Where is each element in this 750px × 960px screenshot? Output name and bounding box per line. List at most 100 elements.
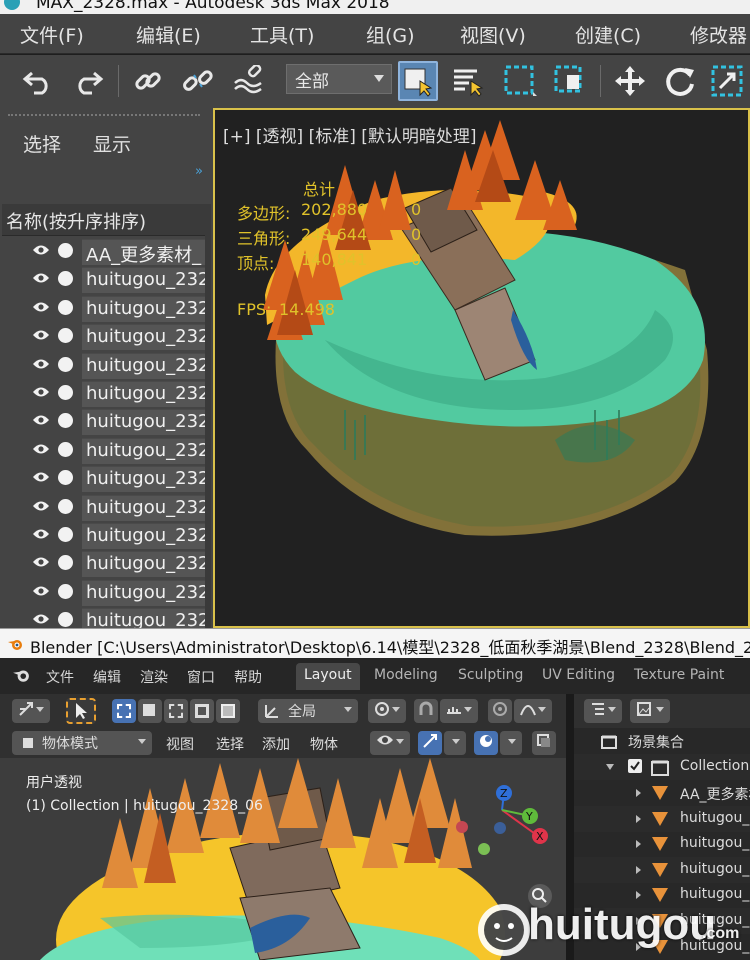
scene-object-row[interactable]: huitugou_2328	[0, 465, 210, 493]
eye-icon[interactable]	[32, 301, 50, 313]
menu-tools[interactable]: 工具(T)	[250, 21, 314, 48]
scale-icon[interactable]	[708, 61, 748, 101]
pivot-point-dropdown[interactable]	[368, 699, 406, 723]
expand-triangle-icon[interactable]	[636, 840, 641, 849]
eye-icon[interactable]	[32, 272, 50, 284]
menu-group[interactable]: 组(G)	[366, 21, 415, 48]
mode-invert-icon[interactable]	[190, 699, 214, 723]
window-crossing-icon[interactable]	[550, 61, 590, 101]
eye-icon[interactable]	[32, 500, 50, 512]
scene-object-row[interactable]: huitugou_2328	[0, 437, 210, 465]
scene-object-row[interactable]: huitugou_2328	[0, 579, 210, 607]
menu-render[interactable]: 渲染	[140, 667, 168, 687]
checkbox-checked-icon[interactable]	[628, 759, 642, 773]
scene-object-row[interactable]: huitugou_2328	[0, 266, 210, 294]
menu-edit[interactable]: 编辑	[93, 667, 121, 687]
freeze-toggle-icon[interactable]	[58, 356, 73, 372]
expand-triangle-icon[interactable]	[636, 789, 641, 797]
outliner-object-row[interactable]: huitugou_2	[574, 805, 750, 832]
tab-select[interactable]: 选择	[23, 130, 61, 157]
eye-icon[interactable]	[32, 414, 50, 426]
scene-object-row[interactable]: huitugou_2328	[0, 494, 210, 522]
freeze-toggle-icon[interactable]	[58, 243, 73, 258]
eye-icon[interactable]	[32, 556, 50, 568]
mode-set-icon[interactable]	[112, 699, 136, 723]
scene-list-scrollbar[interactable]	[205, 204, 211, 628]
max-perspective-viewport[interactable]: [+] [透视] [标准] [默认明暗处理] 总计 多边形: 202,880 0…	[213, 108, 750, 628]
freeze-toggle-icon[interactable]	[58, 385, 73, 400]
outliner-scene-collection[interactable]: 场景集合	[574, 728, 750, 754]
freeze-toggle-icon[interactable]	[58, 470, 73, 486]
eye-icon[interactable]	[32, 471, 50, 483]
menu-object[interactable]: 物体	[310, 734, 338, 754]
freeze-toggle-icon[interactable]	[58, 498, 73, 514]
scene-object-row[interactable]: huitugou_2328	[0, 408, 210, 436]
tab-display[interactable]: 显示	[93, 130, 131, 157]
expand-triangle-icon[interactable]	[606, 764, 614, 770]
selection-filter-dropdown[interactable]: 全部	[286, 64, 392, 94]
eye-icon[interactable]	[32, 386, 50, 398]
menu-view[interactable]: 视图	[166, 734, 194, 754]
move-icon[interactable]	[610, 61, 650, 101]
expand-chevron-icon[interactable]: »	[195, 164, 203, 179]
scene-object-row[interactable]: huitugou_2328	[0, 295, 210, 323]
eye-icon[interactable]	[32, 528, 50, 540]
transform-orientation-dropdown[interactable]: 全局	[258, 699, 358, 723]
gizmo-toggle-icon[interactable]	[418, 731, 442, 755]
filter-dropdown[interactable]	[630, 699, 670, 723]
rect-selection-region-icon[interactable]	[500, 61, 540, 101]
expand-triangle-icon[interactable]	[636, 865, 641, 874]
select-object-icon[interactable]	[398, 61, 438, 101]
drag-handle[interactable]	[8, 114, 200, 116]
snap-icon[interactable]	[414, 699, 438, 723]
freeze-toggle-icon[interactable]	[58, 527, 73, 542]
freeze-toggle-icon[interactable]	[58, 583, 73, 599]
unlink-icon[interactable]	[178, 61, 218, 101]
select-by-name-icon[interactable]	[448, 61, 488, 101]
menu-add[interactable]: 添加	[262, 734, 290, 754]
menu-views[interactable]: 视图(V)	[460, 21, 526, 48]
select-cursor-tool[interactable]	[66, 698, 96, 724]
undo-icon[interactable]	[18, 61, 58, 101]
menu-edit[interactable]: 编辑(E)	[136, 21, 201, 48]
eye-icon[interactable]	[32, 329, 50, 341]
scene-object-row[interactable]: huitugou_2328	[0, 323, 210, 351]
visibility-dropdown[interactable]	[370, 731, 410, 755]
blender-menu-logo-icon[interactable]	[12, 667, 30, 683]
menu-select[interactable]: 选择	[216, 734, 244, 754]
xray-toggle-icon[interactable]	[532, 731, 556, 755]
mode-intersect-icon[interactable]	[216, 699, 240, 723]
tab-modeling[interactable]: Modeling	[366, 663, 446, 690]
freeze-toggle-icon[interactable]	[58, 555, 73, 571]
mode-subtract-icon[interactable]	[164, 699, 188, 723]
menu-window[interactable]: 窗口	[187, 667, 215, 687]
eye-icon[interactable]	[32, 443, 50, 455]
tab-layout[interactable]: Layout	[296, 663, 360, 690]
outliner-object-row[interactable]: huitugou_2	[574, 856, 750, 883]
mode-extend-icon[interactable]	[138, 699, 162, 723]
scene-object-row[interactable]: AA_更多素材_	[0, 238, 210, 266]
link-icon[interactable]	[128, 61, 168, 101]
menu-file[interactable]: 文件(F)	[20, 21, 84, 48]
freeze-toggle-icon[interactable]	[58, 299, 73, 315]
menu-create[interactable]: 创建(C)	[575, 21, 641, 48]
viewport-label-menu[interactable]: [+] [透视] [标准] [默认明暗处理]	[223, 122, 477, 147]
outliner-collection[interactable]: Collection	[574, 754, 750, 780]
scene-object-row[interactable]: huitugou_2328	[0, 522, 210, 550]
freeze-toggle-icon[interactable]	[58, 612, 73, 628]
tab-uv-editing[interactable]: UV Editing	[534, 663, 623, 690]
menu-help[interactable]: 帮助	[234, 667, 262, 687]
freeze-toggle-icon[interactable]	[58, 441, 73, 457]
overlays-options-dropdown[interactable]	[500, 731, 522, 755]
freeze-toggle-icon[interactable]	[58, 328, 73, 344]
scene-object-row[interactable]: huitugou_2328	[0, 550, 210, 578]
menu-file[interactable]: 文件	[46, 667, 74, 687]
proportional-edit-icon[interactable]	[488, 699, 512, 723]
column-header-name[interactable]: 名称(按升序排序)	[2, 204, 205, 236]
tab-sculpting[interactable]: Sculpting	[450, 663, 531, 690]
scene-object-row[interactable]: huitugou_2328	[0, 380, 210, 408]
falloff-dropdown[interactable]	[514, 699, 552, 723]
display-mode-dropdown[interactable]	[584, 699, 622, 723]
eye-icon[interactable]	[32, 244, 50, 256]
snap-target-dropdown[interactable]	[440, 699, 478, 723]
